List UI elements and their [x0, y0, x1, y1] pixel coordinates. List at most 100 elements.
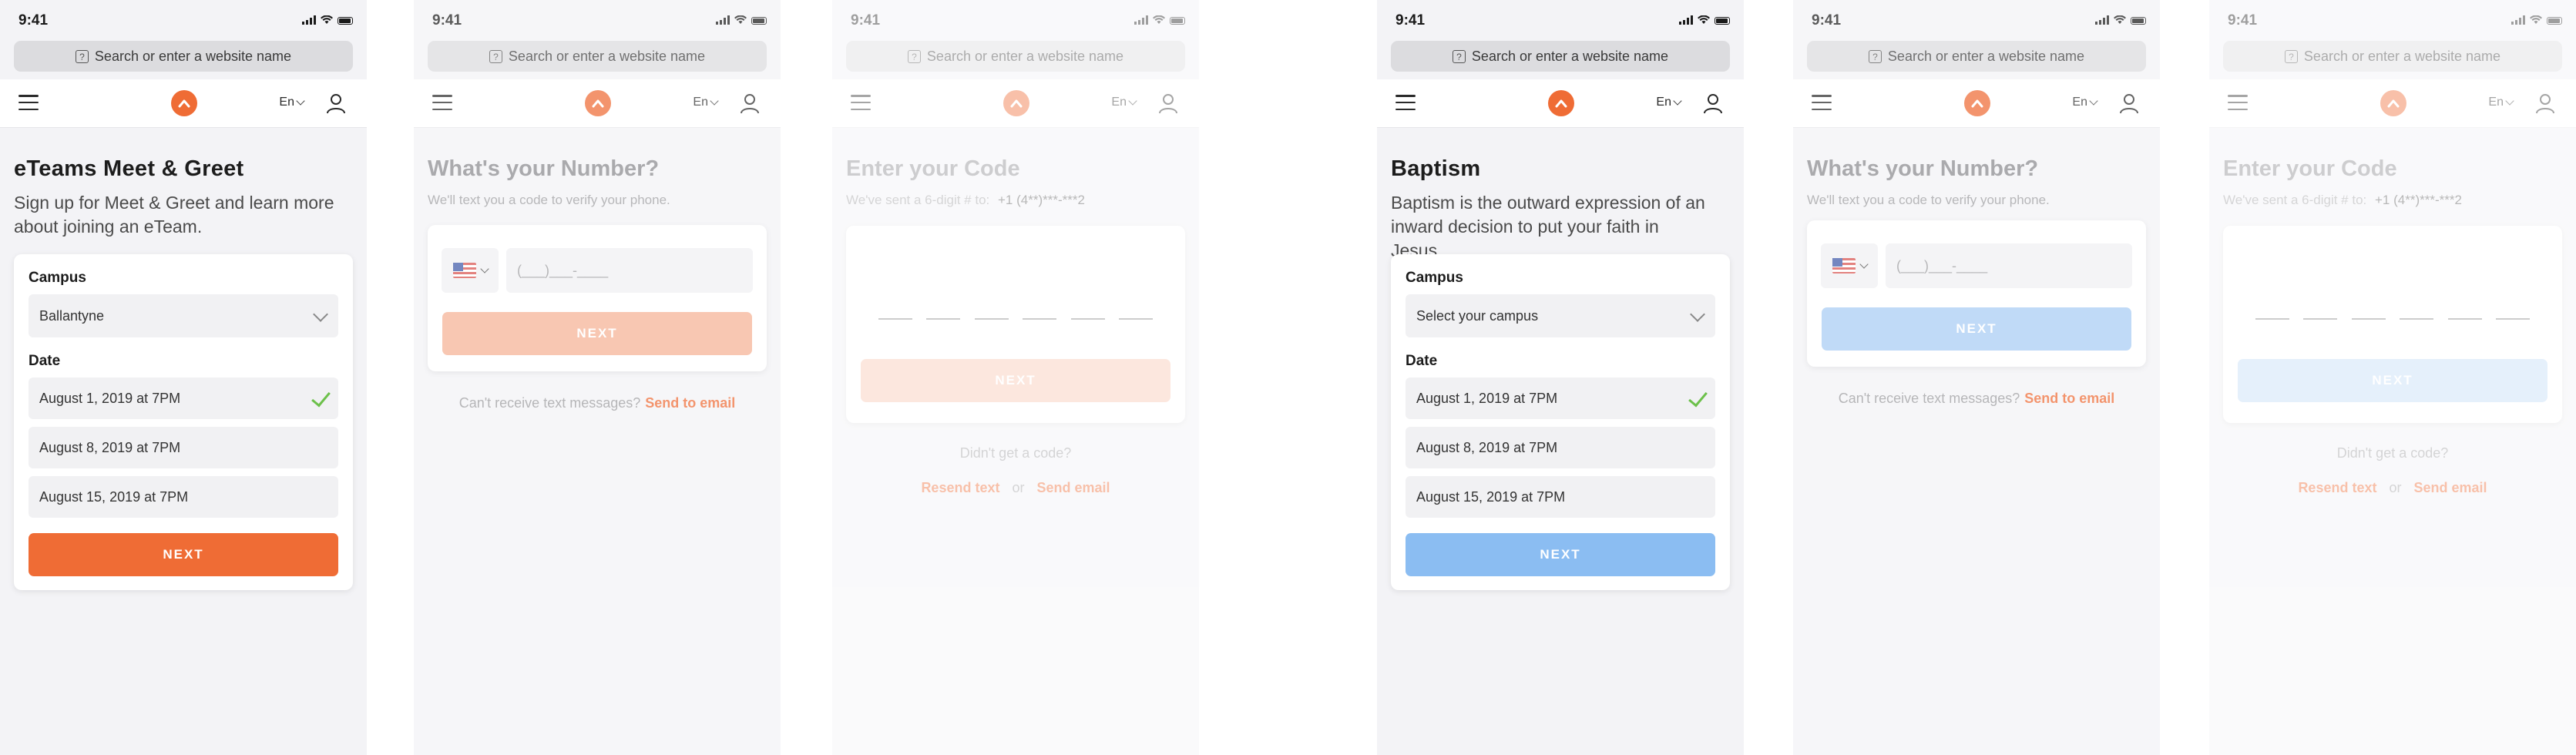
- send-to-email-link[interactable]: Send to email: [2024, 391, 2114, 406]
- signal-icon: [1134, 15, 1148, 25]
- date-option[interactable]: August 1, 2019 at 7PM: [29, 378, 338, 419]
- chevron-down-icon: [710, 96, 719, 106]
- country-code-select[interactable]: [442, 248, 499, 293]
- campus-select[interactable]: Select your campus: [1406, 294, 1715, 337]
- code-card: NEXT: [846, 226, 1185, 423]
- app-navbar: En: [832, 79, 1199, 128]
- user-icon[interactable]: [2535, 92, 2555, 114]
- page-subtitle: Sign up for Meet & Greet and learn more …: [14, 193, 334, 237]
- hamburger-icon[interactable]: [1812, 95, 1832, 110]
- url-bar[interactable]: ? Search or enter a website name: [846, 41, 1185, 72]
- url-bar[interactable]: ? Search or enter a website name: [2223, 41, 2562, 72]
- url-placeholder: Search or enter a website name: [1471, 48, 1669, 64]
- send-email-link[interactable]: Send email: [1037, 480, 1110, 495]
- next-button[interactable]: NEXT: [442, 312, 752, 355]
- church-logo-icon[interactable]: [1003, 90, 1029, 116]
- date-option[interactable]: August 8, 2019 at 7PM: [29, 427, 338, 468]
- url-bar[interactable]: ? Search or enter a website name: [428, 41, 767, 72]
- user-icon[interactable]: [2119, 92, 2139, 114]
- site-info-icon: ?: [907, 49, 921, 63]
- page-subtitle: We'll text you a code to verify your pho…: [1807, 193, 2050, 207]
- campus-select[interactable]: Ballantyne: [29, 294, 338, 337]
- masked-phone-number: +1 (4**)***-***2: [2375, 193, 2462, 207]
- site-info-icon: ?: [75, 49, 89, 63]
- page-subtitle: We'll text you a code to verify your pho…: [428, 193, 670, 207]
- phone-screen-number-blue: 9:41 ? Search or enter a website name En…: [1793, 0, 2160, 755]
- status-time: 9:41: [1812, 12, 1842, 29]
- url-placeholder: Search or enter a website name: [926, 48, 1124, 64]
- country-code-select[interactable]: [1821, 243, 1878, 288]
- phone-screen-code-blue: 9:41 ? Search or enter a website name En…: [2209, 0, 2576, 755]
- site-info-icon: ?: [1452, 49, 1466, 63]
- next-button[interactable]: NEXT: [1822, 307, 2131, 351]
- phone-number-input[interactable]: (___)___-____: [506, 248, 753, 293]
- next-button[interactable]: NEXT: [861, 359, 1170, 402]
- status-bar: 9:41: [1377, 0, 1744, 39]
- send-email-link[interactable]: Send email: [2414, 480, 2487, 495]
- signup-card: Campus Ballantyne Date August 1, 2019 at…: [14, 254, 353, 590]
- hamburger-icon[interactable]: [851, 95, 871, 110]
- church-logo-icon[interactable]: [1964, 90, 1990, 116]
- didnt-get-code-text: Didn't get a code?: [959, 445, 1072, 461]
- next-button[interactable]: NEXT: [1406, 533, 1715, 576]
- us-flag-icon: [1832, 258, 1856, 273]
- send-to-email-link[interactable]: Send to email: [645, 395, 735, 411]
- date-option[interactable]: August 15, 2019 at 7PM: [29, 476, 338, 518]
- url-bar[interactable]: ? Search or enter a website name: [14, 41, 353, 72]
- page-title: What's your Number?: [1807, 156, 2039, 181]
- user-icon[interactable]: [326, 92, 346, 114]
- battery-icon: [2131, 17, 2146, 25]
- language-selector[interactable]: En: [1111, 96, 1137, 109]
- page-title: eTeams Meet & Greet: [14, 156, 244, 181]
- user-icon[interactable]: [740, 92, 760, 114]
- phone-screen-code: 9:41 ? Search or enter a website name En…: [832, 0, 1199, 755]
- language-selector[interactable]: En: [2488, 96, 2514, 109]
- church-logo-icon[interactable]: [2380, 90, 2406, 116]
- hamburger-icon[interactable]: [432, 95, 452, 110]
- helper-row: Can't receive text messages? Send to emai…: [458, 395, 736, 411]
- user-icon[interactable]: [1158, 92, 1178, 114]
- page-title: Enter your Code: [2223, 156, 2397, 181]
- status-bar: 9:41: [1793, 0, 2160, 39]
- resend-text-link[interactable]: Resend text: [921, 480, 999, 495]
- status-time: 9:41: [432, 12, 462, 29]
- phone-screen-meet-greet: 9:41 ? Search or enter a website name En…: [0, 0, 367, 755]
- code-input[interactable]: [2255, 318, 2530, 320]
- site-info-icon: ?: [1868, 49, 1882, 63]
- date-option[interactable]: August 1, 2019 at 7PM: [1406, 378, 1715, 419]
- date-option[interactable]: August 15, 2019 at 7PM: [1406, 476, 1715, 518]
- next-button[interactable]: NEXT: [2238, 359, 2547, 402]
- url-bar[interactable]: ? Search or enter a website name: [1807, 41, 2146, 72]
- helper-row: Can't receive text messages? Send to emai…: [1838, 391, 2115, 406]
- hamburger-icon[interactable]: [1395, 95, 1416, 110]
- wifi-icon: [1698, 15, 1710, 24]
- wifi-icon: [1153, 15, 1165, 24]
- church-logo-icon[interactable]: [585, 90, 611, 116]
- code-input[interactable]: [878, 318, 1153, 320]
- church-logo-icon[interactable]: [1548, 90, 1574, 116]
- url-bar[interactable]: ? Search or enter a website name: [1391, 41, 1730, 72]
- date-option[interactable]: August 8, 2019 at 7PM: [1406, 427, 1715, 468]
- hamburger-icon[interactable]: [2228, 95, 2248, 110]
- didnt-get-code-text: Didn't get a code?: [2336, 445, 2449, 461]
- hamburger-icon[interactable]: [18, 95, 39, 110]
- signal-icon: [1679, 15, 1693, 25]
- signal-icon: [2511, 15, 2525, 25]
- language-selector[interactable]: En: [1656, 96, 1682, 109]
- language-selector[interactable]: En: [2072, 96, 2098, 109]
- next-button[interactable]: NEXT: [29, 533, 338, 576]
- chevron-down-icon: [479, 264, 489, 273]
- battery-icon: [1715, 17, 1730, 25]
- language-selector[interactable]: En: [693, 96, 719, 109]
- check-icon: [1688, 387, 1708, 408]
- signal-icon: [302, 15, 316, 25]
- us-flag-icon: [452, 263, 476, 278]
- language-selector[interactable]: En: [279, 96, 305, 109]
- battery-icon: [338, 17, 353, 25]
- church-logo-icon[interactable]: [171, 90, 197, 116]
- user-icon[interactable]: [1703, 92, 1723, 114]
- resend-text-link[interactable]: Resend text: [2298, 480, 2376, 495]
- battery-icon: [1170, 17, 1185, 25]
- campus-label: Campus: [29, 270, 86, 286]
- phone-number-input[interactable]: (___)___-____: [1886, 243, 2132, 288]
